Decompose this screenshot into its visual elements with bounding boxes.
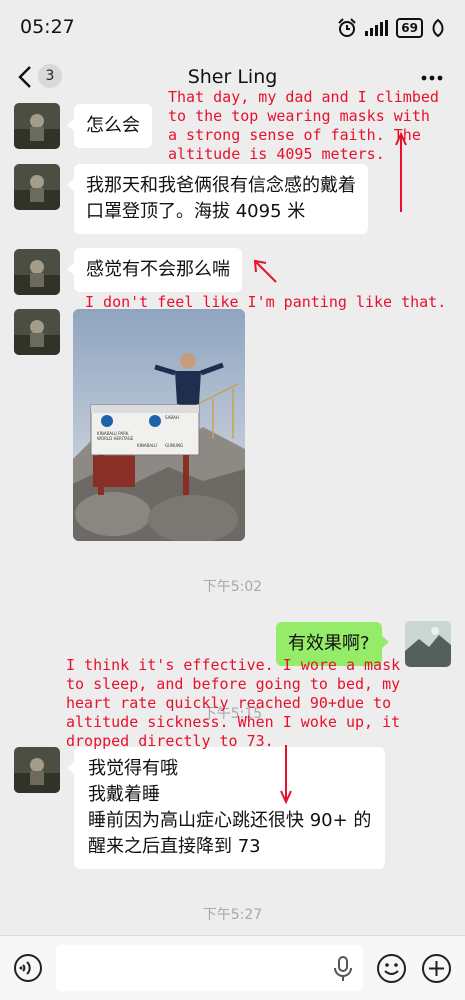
- timestamp: 下午5:27: [202, 907, 263, 923]
- message-text: 有效果啊?: [288, 633, 370, 654]
- message-input-bar: [0, 935, 465, 1000]
- battery-saver-icon: [432, 19, 444, 37]
- sign-text: GUNUNG: [165, 443, 183, 448]
- message-bubble[interactable]: 感觉有不会那么喘: [67, 248, 242, 292]
- alarm-icon: [338, 18, 357, 37]
- photo-message[interactable]: KINABALU PARK WORLD HERITAGE SABAH KINAB…: [73, 309, 245, 541]
- message-text: 我戴着睡: [88, 784, 160, 805]
- sign-text: SABAH: [165, 415, 179, 420]
- status-icons: 69: [337, 17, 445, 39]
- message-text: 口罩登顶了。海拔 4095 米: [86, 201, 306, 222]
- message-text: 醒来之后直接降到 73: [88, 836, 261, 857]
- add-attachment-icon[interactable]: [421, 953, 452, 984]
- timestamp: 下午5:02: [202, 579, 263, 595]
- status-time: 05:27: [20, 16, 75, 38]
- translation-annotation: I think it's effective. I wore a mask to…: [66, 656, 401, 750]
- contact-avatar[interactable]: [14, 249, 60, 295]
- translation-annotation: That day, my dad and I climbed to the to…: [168, 88, 439, 163]
- voice-mode-icon[interactable]: [13, 953, 43, 983]
- message-text: 怎么会: [86, 115, 140, 136]
- chat-title: Sher Ling: [187, 66, 278, 88]
- emoji-icon[interactable]: [376, 953, 407, 984]
- contact-avatar[interactable]: [14, 309, 60, 355]
- contact-avatar[interactable]: [14, 103, 60, 149]
- message-text: 感觉有不会那么喘: [86, 259, 230, 280]
- contact-avatar[interactable]: [14, 164, 60, 210]
- message-text: 我觉得有哦: [88, 758, 178, 779]
- status-bar: 05:27 69: [0, 0, 465, 56]
- more-options-icon[interactable]: [421, 75, 443, 81]
- microphone-icon[interactable]: [333, 956, 353, 982]
- message-bubble[interactable]: 我觉得有哦 我戴着睡 睡前因为高山症心跳还很快 90+ 的 醒来之后直接降到 7…: [66, 747, 386, 869]
- message-text: 睡前因为高山症心跳还很快 90+ 的: [88, 810, 372, 831]
- signal-icon: [365, 20, 389, 36]
- translation-annotation: I don't feel like I'm panting like that.: [85, 293, 447, 311]
- message-text: 我那天和我爸俩很有信念感的戴着: [86, 175, 356, 196]
- my-avatar[interactable]: [405, 621, 451, 667]
- message-bubble[interactable]: 我那天和我爸俩很有信念感的戴着 口罩登顶了。海拔 4095 米: [67, 164, 368, 234]
- message-bubble[interactable]: 怎么会: [67, 104, 152, 148]
- sign-text: WORLD HERITAGE: [97, 436, 134, 441]
- contact-avatar[interactable]: [14, 747, 60, 793]
- battery-indicator: 69: [396, 18, 423, 38]
- sign-text: KINABALU: [137, 443, 157, 448]
- message-input[interactable]: [56, 945, 363, 991]
